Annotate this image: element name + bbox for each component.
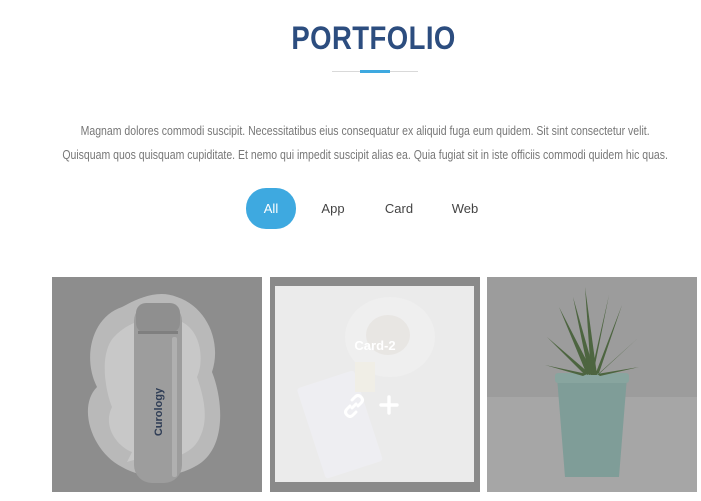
section-title: PORTFOLIO bbox=[291, 20, 456, 56]
filter-card[interactable]: Card bbox=[378, 188, 420, 229]
portfolio-section: PORTFOLIO Magnam dolores commodi suscipi… bbox=[0, 0, 701, 501]
bottle-image: Curology bbox=[52, 277, 262, 492]
title-accent-bar bbox=[360, 70, 390, 73]
bottle-brand-text: Curology bbox=[153, 387, 165, 436]
filter-web[interactable]: Web bbox=[444, 188, 486, 229]
portfolio-item-1[interactable]: Curology bbox=[52, 277, 262, 492]
filter-all[interactable]: All bbox=[246, 188, 296, 229]
item-title[interactable]: Card-2 bbox=[270, 338, 480, 353]
section-description: Magnam dolores commodi suscipit. Necessi… bbox=[62, 124, 668, 162]
link-icon[interactable] bbox=[341, 393, 367, 419]
hover-overlay bbox=[275, 286, 474, 482]
plant-image bbox=[487, 277, 697, 492]
portfolio-filters: All App Card Web bbox=[0, 188, 701, 229]
filter-app[interactable]: App bbox=[312, 188, 354, 229]
plus-icon[interactable] bbox=[376, 392, 402, 418]
portfolio-item-3[interactable] bbox=[487, 277, 697, 492]
portfolio-item-2[interactable]: Card-2 bbox=[270, 277, 480, 492]
